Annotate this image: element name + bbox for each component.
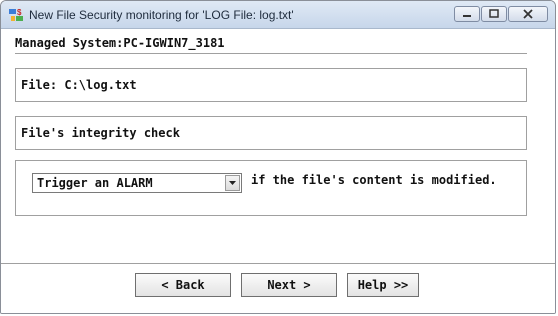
app-icon: $ (8, 7, 24, 23)
back-button[interactable]: < Back (135, 273, 231, 297)
dropdown-button[interactable] (225, 175, 240, 191)
trigger-action-select[interactable]: Trigger an ALARM (32, 173, 242, 193)
managed-system-label: Managed System:PC-IGWIN7_3181 (15, 36, 225, 50)
integrity-group: File's integrity check (15, 116, 527, 150)
minimize-icon (463, 15, 471, 17)
minimize-button[interactable] (454, 6, 480, 22)
trigger-action-value: Trigger an ALARM (37, 176, 153, 190)
file-group: File: C:\log.txt (15, 68, 527, 102)
header-divider (15, 53, 527, 54)
close-icon (523, 9, 533, 19)
trigger-condition-label: if the file's content is modified. (251, 173, 497, 187)
window-title: New File Security monitoring for 'LOG Fi… (29, 8, 294, 22)
file-path-label: File: C:\log.txt (21, 78, 137, 92)
close-button[interactable] (508, 6, 548, 22)
help-button[interactable]: Help >> (347, 273, 419, 297)
next-button[interactable]: Next > (241, 273, 337, 297)
integrity-check-label: File's integrity check (21, 126, 180, 140)
footer-divider (1, 263, 555, 264)
trigger-group: Trigger an ALARM if the file's content i… (15, 160, 527, 216)
dialog-window: $ New File Security monitoring for 'LOG … (0, 0, 556, 314)
dialog-content: Managed System:PC-IGWIN7_3181 File: C:\l… (1, 29, 555, 313)
maximize-icon (489, 9, 499, 18)
title-bar[interactable]: $ New File Security monitoring for 'LOG … (1, 1, 555, 29)
maximize-button[interactable] (481, 6, 507, 22)
chevron-down-icon (229, 181, 236, 185)
svg-text:$: $ (17, 8, 22, 17)
